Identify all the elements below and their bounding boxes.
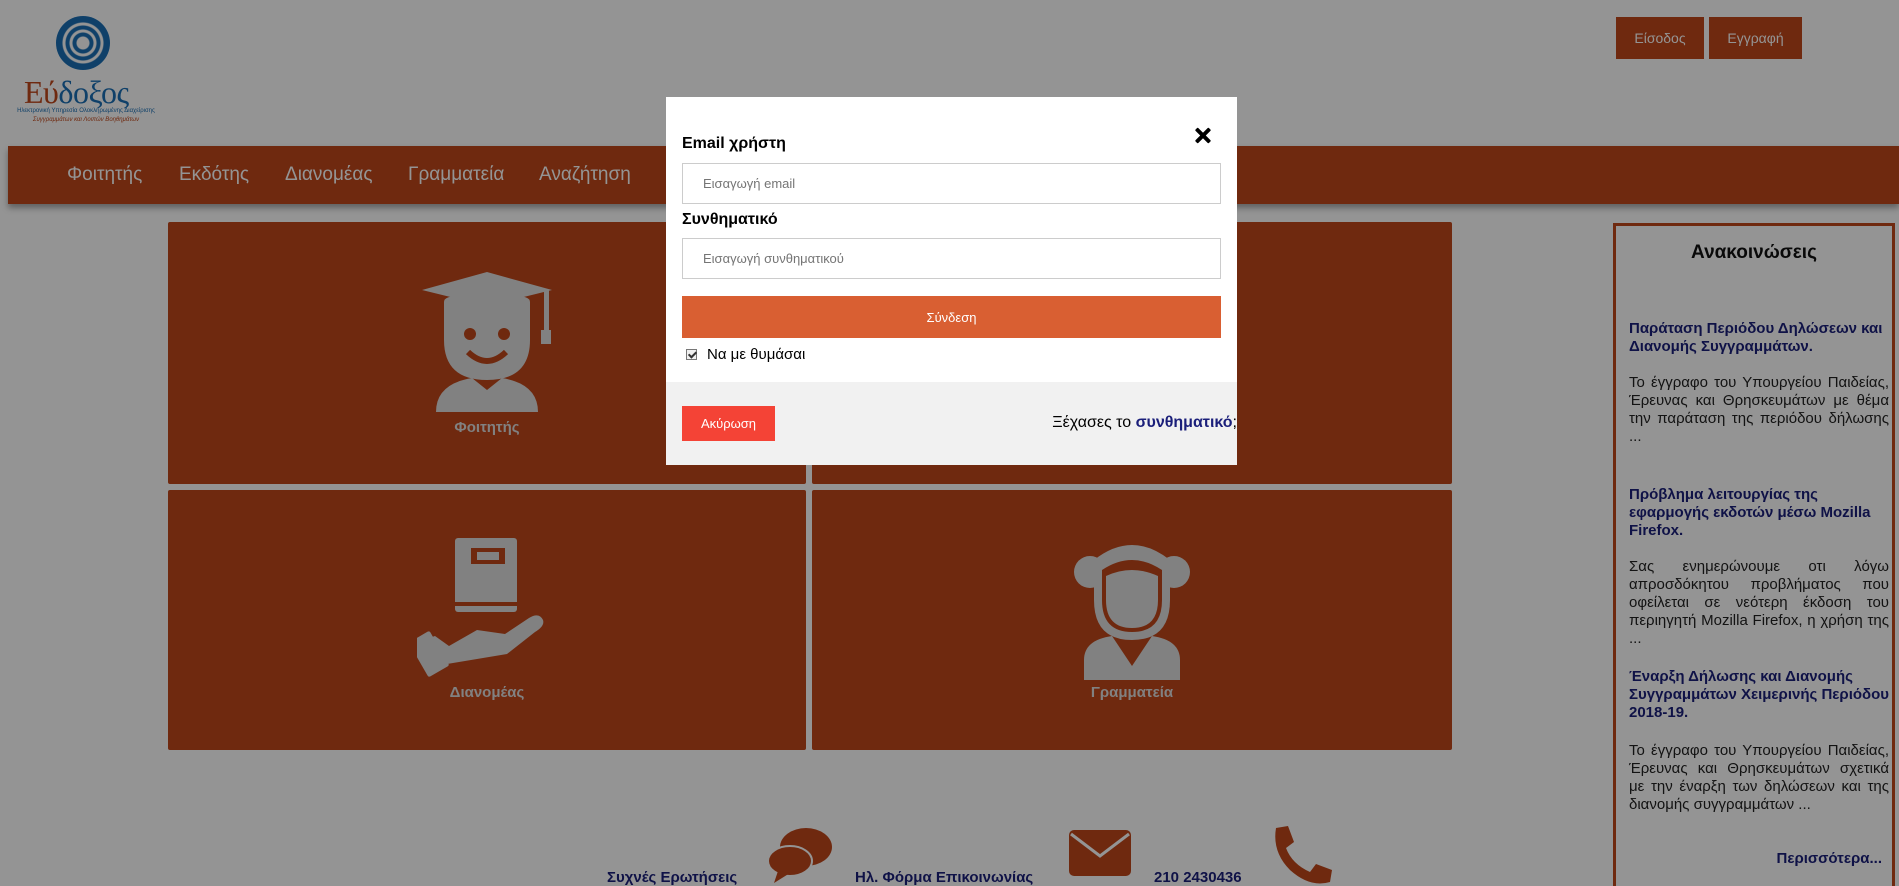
remember-me: Να με θυμάσαι [686, 346, 805, 363]
forgot-suffix: ; [1232, 414, 1237, 431]
email-label: Email χρήστη [682, 135, 786, 152]
password-label: Συνθηματικό [682, 211, 778, 228]
forgot-password-text: Ξέχασες το συνθηματικό; [1052, 414, 1237, 432]
login-modal: Email χρήστη Συνθηματικό Σύνδεση Να με θ… [666, 97, 1237, 465]
login-submit-button[interactable]: Σύνδεση [682, 296, 1221, 338]
remember-me-checkbox[interactable] [686, 349, 697, 360]
close-icon[interactable] [1190, 123, 1216, 149]
password-field[interactable] [682, 238, 1221, 279]
forgot-password-link[interactable]: συνθηματικό [1136, 414, 1233, 431]
cancel-button[interactable]: Ακύρωση [682, 406, 775, 441]
remember-me-label[interactable]: Να με θυμάσαι [707, 346, 805, 363]
forgot-prefix: Ξέχασες το [1052, 414, 1136, 431]
modal-footer: Ακύρωση Ξέχασες το συνθηματικό; [666, 382, 1237, 465]
email-field[interactable] [682, 163, 1221, 204]
